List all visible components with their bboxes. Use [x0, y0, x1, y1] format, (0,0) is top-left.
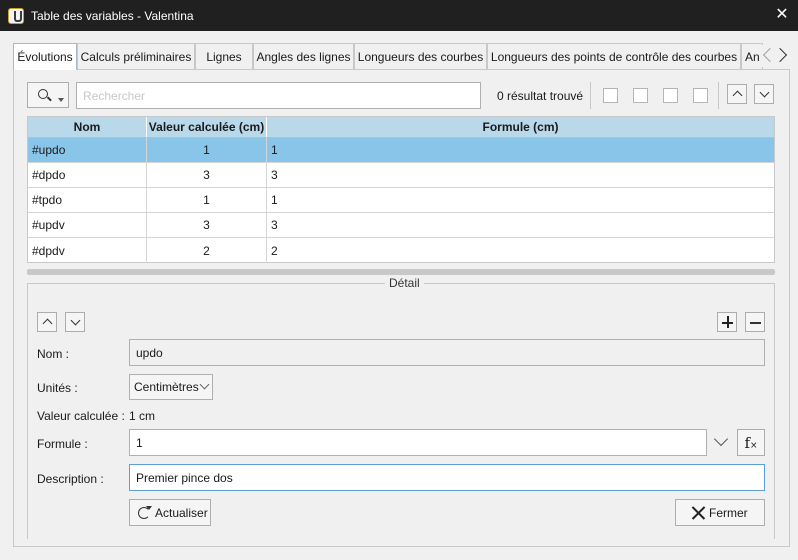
- cell-value: 1: [147, 138, 267, 162]
- table-row[interactable]: #dpdv 2 2: [28, 238, 774, 263]
- cell-formula: 2: [271, 243, 278, 258]
- title-bar: Table des variables - Valentina ✕: [0, 0, 798, 31]
- cell-name: #updo: [28, 138, 147, 162]
- tab-angles-des-lignes[interactable]: Angles des lignes: [253, 43, 354, 69]
- cell-formula: 1: [271, 193, 278, 207]
- close-button[interactable]: Fermer: [675, 499, 765, 526]
- cell-value: 1: [147, 188, 267, 212]
- name-label: Nom :: [37, 347, 70, 361]
- cell-formula: 3: [271, 168, 278, 182]
- name-field[interactable]: updo: [129, 339, 765, 366]
- tab-evolutions[interactable]: Évolutions: [13, 43, 77, 70]
- calculated-value-label: Valeur calculée :: [37, 409, 125, 423]
- tab-longueurs-points-controle[interactable]: Longueurs des points de contrôle des cou…: [487, 43, 741, 69]
- toolbar-separator: [590, 82, 591, 109]
- refresh-button-label: Actualiser: [155, 505, 208, 520]
- cell-value: 2: [147, 238, 267, 263]
- cell-value: 3: [147, 163, 267, 187]
- column-header-value[interactable]: Valeur calculée (cm): [147, 117, 267, 137]
- chevron-down-icon: [759, 87, 770, 98]
- window-close-icon[interactable]: ✕: [772, 5, 792, 25]
- tab-scroll-left-icon[interactable]: [760, 45, 775, 67]
- table-row[interactable]: #updv 3 3: [28, 213, 774, 238]
- variables-table: Nom Valeur calculée (cm) Formule (cm) #u…: [27, 116, 775, 263]
- add-variable-button[interactable]: [717, 312, 737, 332]
- units-combobox[interactable]: Centimètres: [129, 374, 213, 400]
- close-icon: [690, 505, 706, 521]
- unicode-option[interactable]: [693, 88, 708, 103]
- dropdown-triangle-icon: [58, 98, 64, 102]
- refresh-icon: [138, 505, 152, 519]
- search-icon: [38, 89, 48, 99]
- close-button-label: Fermer: [709, 505, 748, 520]
- tab-calculs-preliminaires[interactable]: Calculs préliminaires: [77, 43, 195, 69]
- tab-scroll-right-icon[interactable]: [775, 45, 790, 67]
- cell-name: #dpdo: [28, 163, 147, 187]
- cell-name: #updv: [28, 213, 147, 237]
- table-row[interactable]: #dpdo 3 3: [28, 163, 774, 188]
- column-header-formula[interactable]: Formule (cm): [267, 117, 774, 137]
- search-next-button[interactable]: [754, 84, 774, 104]
- cell-value: 3: [147, 213, 267, 237]
- move-up-button[interactable]: [37, 312, 57, 332]
- cell-name: #dpdv: [28, 238, 147, 263]
- chevron-down-icon: [199, 379, 210, 390]
- valentina-app-icon: [8, 7, 24, 24]
- tab-longueurs-des-courbes[interactable]: Longueurs des courbes: [354, 43, 487, 69]
- tab-scroll-arrows: [760, 45, 790, 67]
- cell-formula: 3: [271, 218, 278, 232]
- search-input[interactable]: [76, 82, 481, 109]
- tab-panel: 0 résultat trouvé Nom Valeur calculée (c…: [13, 69, 790, 547]
- calculated-value: 1 cm: [129, 409, 156, 423]
- table-header: Nom Valeur calculée (cm) Formule (cm): [28, 117, 774, 138]
- detail-group-title: Détail: [385, 276, 424, 290]
- tab-bar: Évolutions Calculs préliminaires Lignes …: [13, 43, 790, 70]
- units-label: Unités :: [37, 381, 78, 395]
- search-previous-button[interactable]: [727, 84, 747, 104]
- cell-name: #tpdo: [28, 188, 147, 212]
- search-mode-button[interactable]: [27, 82, 69, 108]
- description-label: Description :: [37, 472, 104, 486]
- window-title: Table des variables - Valentina: [31, 8, 194, 23]
- move-down-button[interactable]: [65, 312, 85, 332]
- match-case-option[interactable]: [603, 88, 618, 103]
- cell-formula: 1: [271, 143, 278, 157]
- table-detail-splitter[interactable]: [27, 269, 775, 275]
- units-selected-value: Centimètres: [134, 380, 199, 394]
- regex-option[interactable]: [663, 88, 678, 103]
- chevron-up-icon: [732, 90, 743, 101]
- tab-lignes[interactable]: Lignes: [195, 43, 253, 69]
- table-row[interactable]: #tpdo 1 1: [28, 188, 774, 213]
- refresh-button[interactable]: Actualiser: [129, 499, 211, 526]
- whole-word-option[interactable]: [633, 88, 648, 103]
- search-result-count: 0 résultat trouvé: [497, 89, 584, 103]
- chevron-down-icon: [70, 315, 81, 326]
- function-wizard-button[interactable]: f ×: [737, 429, 765, 456]
- column-header-name[interactable]: Nom: [28, 117, 147, 137]
- chevron-up-icon: [42, 318, 53, 329]
- remove-variable-button[interactable]: [745, 312, 765, 332]
- expand-formula-icon[interactable]: [713, 431, 729, 447]
- formula-label: Formule :: [37, 437, 88, 451]
- table-row[interactable]: #updo 1 1: [28, 138, 774, 163]
- description-field[interactable]: Premier pince dos: [129, 464, 765, 491]
- formula-field[interactable]: 1: [129, 429, 707, 456]
- detail-group: Détail Nom : updo Unités : Centimètres V…: [27, 276, 775, 539]
- toolbar-separator: [718, 82, 719, 109]
